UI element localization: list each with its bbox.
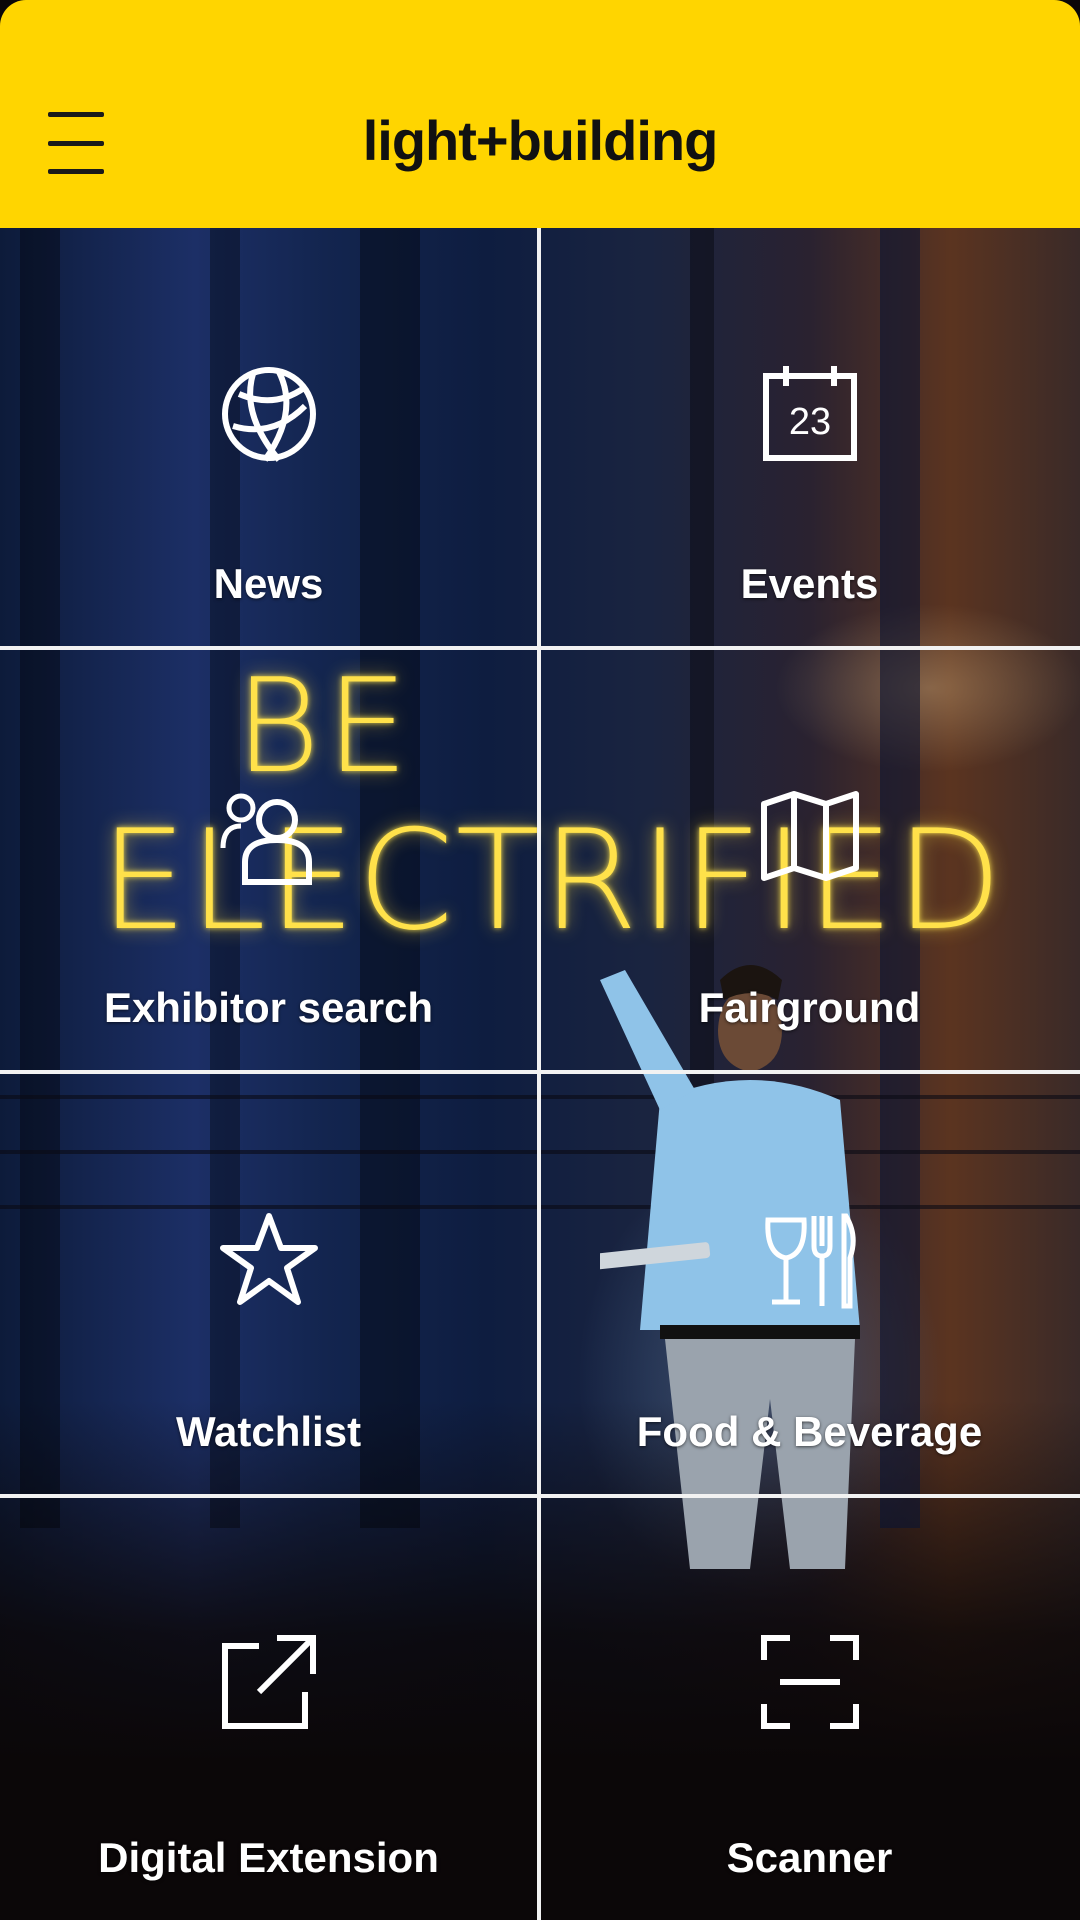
- tile-label: Fairground: [698, 984, 921, 1031]
- star-icon: [219, 1213, 318, 1305]
- tile-label: Events: [740, 560, 879, 607]
- app-title: light+building: [362, 109, 719, 172]
- app-header: light+building: [0, 0, 1080, 228]
- tile-label: Exhibitor search: [103, 984, 434, 1031]
- tile-label: News: [213, 560, 324, 607]
- tile-food-beverage[interactable]: Food & Beverage: [541, 1074, 1078, 1494]
- tile-label: Watchlist: [175, 1408, 362, 1455]
- tile-watchlist[interactable]: Watchlist: [0, 1074, 537, 1494]
- tile-scanner[interactable]: Scanner: [541, 1498, 1078, 1920]
- home-tile-grid: News 23 Events Exhibitor search Fairgrou…: [0, 228, 1080, 1920]
- app-root: BE ELECTRIFIED light+building News 23 Ev…: [0, 0, 1080, 1920]
- food-beverage-icon: [764, 1213, 856, 1309]
- tile-fairground[interactable]: Fairground: [541, 650, 1078, 1070]
- tile-news[interactable]: News: [0, 228, 537, 646]
- tile-label: Food & Beverage: [636, 1408, 983, 1455]
- tile-exhibitor-search[interactable]: Exhibitor search: [0, 650, 537, 1070]
- tile-label: Digital Extension: [98, 1834, 439, 1881]
- external-link-icon: [221, 1635, 316, 1729]
- calendar-icon: 23: [762, 366, 857, 461]
- svg-text:23: 23: [788, 401, 830, 443]
- map-icon: [760, 791, 859, 881]
- tile-events[interactable]: 23 Events: [541, 228, 1078, 646]
- tile-digital-extension[interactable]: Digital Extension: [0, 1498, 537, 1920]
- exhibitor-person-icon: [220, 793, 312, 885]
- tile-label: Scanner: [726, 1834, 893, 1881]
- globe-icon: [221, 367, 316, 462]
- scanner-icon: [760, 1635, 859, 1729]
